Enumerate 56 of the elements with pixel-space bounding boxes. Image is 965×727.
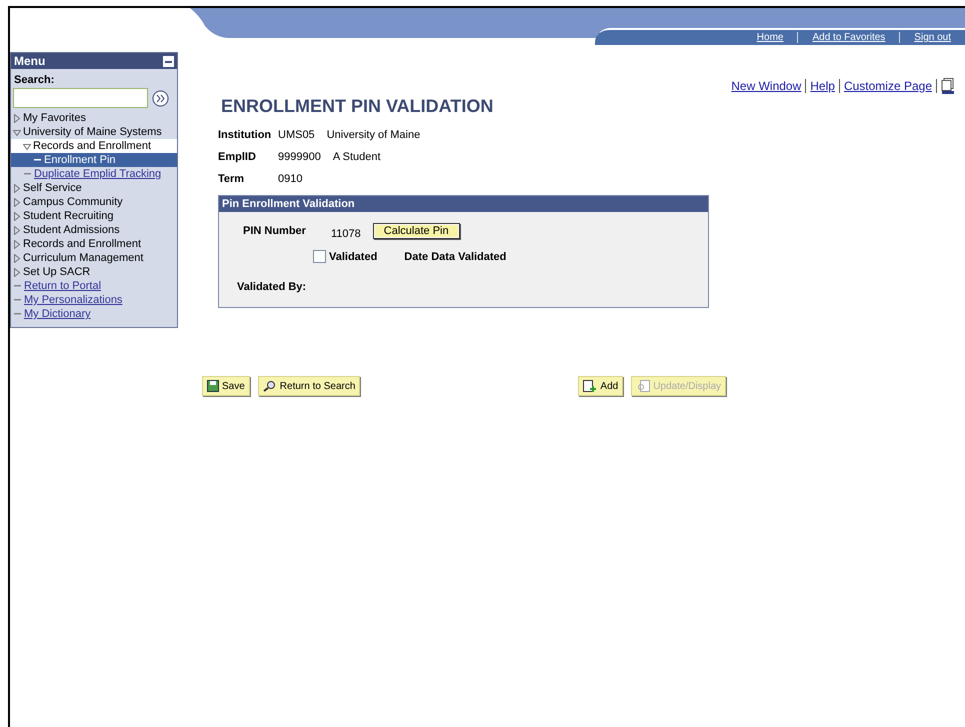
menu-item[interactable]: Return to Portal bbox=[11, 279, 177, 293]
document-magnifier-icon bbox=[636, 380, 650, 392]
menu-item[interactable]: Records and Enrollment bbox=[11, 237, 177, 251]
menu-item[interactable]: Campus Community bbox=[11, 195, 177, 209]
dash-icon bbox=[14, 299, 21, 301]
http-document-icon[interactable] bbox=[941, 78, 955, 94]
menu-item[interactable]: Records and Enrollment bbox=[11, 139, 177, 153]
validated-checkbox[interactable] bbox=[313, 250, 326, 263]
search-label: Search: bbox=[13, 73, 56, 88]
menu-item[interactable]: University of Maine Systems bbox=[11, 125, 177, 139]
toolbar-button[interactable]: Save bbox=[202, 376, 250, 396]
menu-item[interactable]: Curriculum Management bbox=[11, 251, 177, 265]
field-value: 9999900 bbox=[278, 151, 321, 165]
search-field[interactable] bbox=[13, 88, 148, 108]
menu-item[interactable]: Student Admissions bbox=[11, 223, 177, 237]
menu-item[interactable]: Set Up SACR bbox=[11, 265, 177, 279]
field-label: Institution bbox=[218, 129, 272, 143]
menu-item[interactable]: Self Service bbox=[11, 181, 177, 195]
nav-link[interactable]: Add to Favorites bbox=[797, 32, 900, 43]
field-value: A Student bbox=[332, 151, 381, 165]
collapse-icon[interactable] bbox=[163, 56, 174, 66]
field-label: Date Data Validated bbox=[404, 250, 506, 262]
nav-link[interactable]: Home bbox=[742, 32, 798, 43]
toolbar-button[interactable]: Add bbox=[578, 376, 624, 396]
go-icon[interactable] bbox=[152, 90, 169, 106]
menu-item[interactable]: Duplicate Emplid Tracking bbox=[11, 167, 177, 181]
document-plus-icon bbox=[583, 380, 598, 392]
dash-icon bbox=[24, 173, 31, 175]
page-link[interactable]: Customize Page bbox=[844, 79, 932, 93]
field-label: PIN Number bbox=[243, 225, 307, 237]
page-link[interactable]: New Window bbox=[731, 79, 802, 93]
field-label: EmplID bbox=[218, 151, 257, 165]
field-value: UMS05 bbox=[278, 129, 315, 143]
menu-item[interactable]: My Dictionary bbox=[11, 307, 177, 321]
dash-icon bbox=[14, 285, 21, 287]
dash-icon bbox=[14, 313, 21, 315]
calculate-pin-button[interactable]: Calculate Pin bbox=[372, 223, 460, 239]
dash-icon bbox=[34, 159, 41, 161]
menu-title: Menu bbox=[14, 54, 46, 68]
field-value: 11078 bbox=[331, 228, 361, 240]
menu-item[interactable]: My Favorites bbox=[11, 111, 177, 125]
checkbox-label: Validated bbox=[329, 250, 378, 262]
field-value: 0910 bbox=[278, 173, 302, 187]
page-link[interactable]: Help bbox=[810, 79, 835, 93]
collapsed-triangle-icon bbox=[13, 114, 21, 122]
field-label: Validated By: bbox=[237, 281, 306, 293]
toolbar-button[interactable]: Return to Search bbox=[258, 376, 360, 396]
menu-item[interactable]: Student Recruiting bbox=[11, 209, 177, 223]
field-label: Term bbox=[218, 173, 246, 187]
group-title: Pin Enrollment Validation bbox=[219, 196, 708, 212]
magnifier-icon bbox=[262, 380, 277, 392]
field-value: University of Maine bbox=[326, 129, 420, 143]
nav-link[interactable]: Sign out bbox=[899, 32, 965, 43]
menu-item[interactable]: Enrollment Pin bbox=[11, 153, 177, 167]
page-title: ENROLLMENT PIN VALIDATION bbox=[221, 96, 494, 117]
menu-item[interactable]: My Personalizations bbox=[11, 293, 177, 307]
